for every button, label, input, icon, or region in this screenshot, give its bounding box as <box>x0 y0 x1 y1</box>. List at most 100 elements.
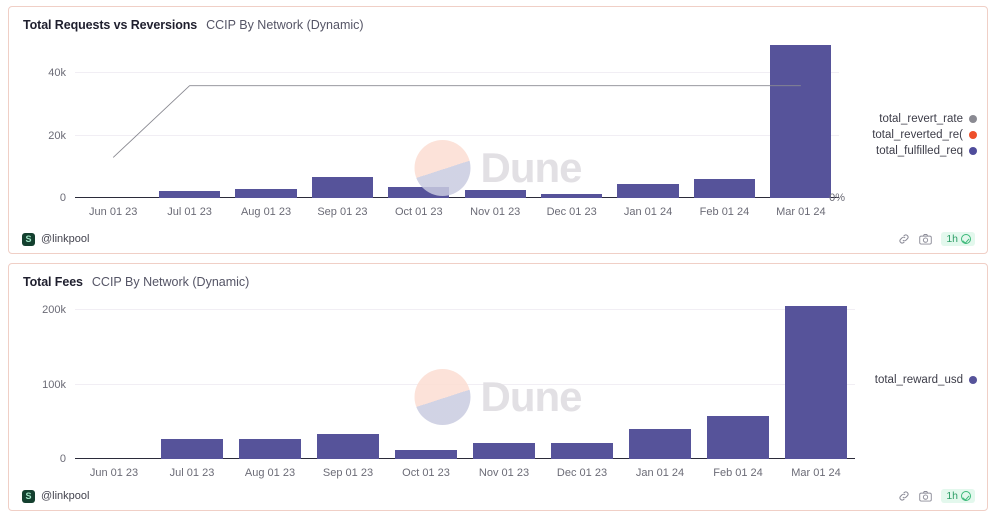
bar[interactable] <box>316 434 380 459</box>
bar[interactable] <box>464 189 526 198</box>
bar-column[interactable]: Oct 01 23 <box>387 299 465 479</box>
refresh-interval-badge[interactable]: 1h <box>941 489 975 503</box>
card-header: Total Fees CCIP By Network (Dynamic) <box>9 264 987 289</box>
bar-column[interactable]: Feb 01 24 <box>686 42 762 218</box>
bar[interactable] <box>238 438 302 459</box>
bar-column[interactable]: Dec 01 23 <box>533 42 609 218</box>
chart-area-requests[interactable]: 0 20k 40k Jun 01 23 Jul 01 23 Aug 01 23 Sep 01… <box>9 32 987 228</box>
y-axis-tick: 0 <box>59 453 66 465</box>
camera-icon[interactable] <box>919 490 933 502</box>
bar[interactable] <box>472 442 536 459</box>
plot-region-requests: 0 20k 40k Jun 01 23 Jul 01 23 Aug 01 23 Sep 01… <box>48 42 839 218</box>
x-axis-tick: Mar 01 24 <box>776 206 826 218</box>
x-axis-tick: Mar 01 24 <box>791 467 841 479</box>
bar[interactable] <box>784 306 848 459</box>
bar[interactable] <box>311 176 373 198</box>
right-axis-tick-0pct: 0% <box>829 192 845 204</box>
bar-column[interactable]: Oct 01 23 <box>381 42 457 218</box>
author-block[interactable]: S @linkpool <box>22 489 89 503</box>
bar-column[interactable]: Mar 01 24 <box>777 299 855 479</box>
bar[interactable] <box>541 194 603 198</box>
bar[interactable] <box>770 45 832 198</box>
x-axis-tick: Dec 01 23 <box>556 467 608 479</box>
legend-item-label: total_reward_usd <box>874 374 963 386</box>
legend-item[interactable]: total_reverted_re( <box>872 129 977 141</box>
bar[interactable] <box>160 438 224 459</box>
bar-column[interactable]: Nov 01 23 <box>457 42 533 218</box>
chart-area-fees[interactable]: 0 100k 200k Jun 01 23 Jul 01 23 Aug 01 23 Sep … <box>9 289 987 489</box>
x-axis-tick: Jul 01 23 <box>169 467 215 479</box>
chart-legend-requests[interactable]: total_revert_rate total_reverted_re(total… <box>872 113 977 157</box>
legend-item-label: total_fulfilled_req <box>876 145 963 157</box>
x-axis-tick: Oct 01 23 <box>402 467 450 479</box>
y-axis-tick: 40k <box>48 67 66 80</box>
avatar: S <box>22 232 35 246</box>
bar[interactable] <box>550 443 614 459</box>
x-axis-tick: Aug 01 23 <box>244 467 296 479</box>
author-name[interactable]: @linkpool <box>41 490 89 502</box>
bar[interactable] <box>159 191 221 198</box>
bar-column[interactable]: Jun 01 23 <box>75 42 151 218</box>
bar-column[interactable]: Sep 01 23 <box>304 42 380 218</box>
camera-icon[interactable] <box>919 233 933 245</box>
bar-column[interactable]: Jul 01 23 <box>151 42 227 218</box>
bar-column[interactable]: Nov 01 23 <box>465 299 543 479</box>
bar[interactable] <box>693 179 756 198</box>
footer-tools: 1h <box>898 232 975 246</box>
bar-column[interactable]: Jun 01 23 <box>75 299 153 479</box>
legend-item[interactable]: total_revert_rate <box>879 113 977 125</box>
bar-column[interactable]: Jan 01 24 <box>621 299 699 479</box>
author-name[interactable]: @linkpool <box>41 233 89 245</box>
chart-card-total-fees: Total Fees CCIP By Network (Dynamic) 0 10… <box>8 263 988 511</box>
legend-color-dot <box>969 115 977 123</box>
bar-column[interactable]: Mar 01 24 <box>763 42 839 218</box>
page-title: Total Fees <box>23 275 83 289</box>
y-axis-tick: 200k <box>42 304 66 317</box>
refresh-interval-badge[interactable]: 1h <box>941 232 975 246</box>
chart-legend-fees[interactable]: total_reward_usd <box>875 374 977 386</box>
bar[interactable] <box>628 429 692 459</box>
y-axis-tick: 0 <box>59 192 66 204</box>
bar-column[interactable]: Feb 01 24 <box>699 299 777 479</box>
plot-region-fees: 0 100k 200k Jun 01 23 Jul 01 23 Aug 01 23 Sep … <box>42 299 855 479</box>
author-block[interactable]: S @linkpool <box>22 232 89 246</box>
bar[interactable] <box>388 186 450 198</box>
bar-column[interactable]: Jul 01 23 <box>153 299 231 479</box>
legend-item-label: total_reverted_re( <box>872 129 963 141</box>
x-axis-tick: Jan 01 24 <box>623 206 673 218</box>
card-subtitle[interactable]: CCIP By Network (Dynamic) <box>206 18 363 32</box>
link-icon[interactable] <box>898 490 910 502</box>
y-axis-tick: 20k <box>48 129 66 142</box>
bar-column[interactable]: Jan 01 24 <box>610 42 686 218</box>
bar-group: Jun 01 23 Jul 01 23 Aug 01 23 Sep 01 23 Oct … <box>75 42 839 218</box>
link-icon[interactable] <box>898 233 910 245</box>
avatar: S <box>22 489 35 503</box>
check-circle-icon <box>961 234 971 244</box>
bar-column[interactable]: Aug 01 23 <box>228 42 304 218</box>
card-subtitle[interactable]: CCIP By Network (Dynamic) <box>92 275 249 289</box>
bar-column[interactable]: Sep 01 23 <box>309 299 387 479</box>
page-title: Total Requests vs Reversions <box>23 18 198 32</box>
x-axis-tick: Sep 01 23 <box>322 467 374 479</box>
legend-item[interactable]: total_fulfilled_req <box>876 145 977 157</box>
x-axis-tick: Nov 01 23 <box>478 467 530 479</box>
bar-column[interactable]: Aug 01 23 <box>231 299 309 479</box>
x-axis-tick: Jul 01 23 <box>167 206 212 218</box>
legend-item[interactable]: total_reward_usd <box>875 374 977 386</box>
footer-tools: 1h <box>898 489 975 503</box>
legend-color-dot <box>969 147 977 155</box>
x-axis-tick: Jan 01 24 <box>635 467 685 479</box>
bar[interactable] <box>617 183 679 198</box>
refresh-interval-label: 1h <box>946 233 958 245</box>
card-footer: S @linkpool 1h <box>9 225 987 253</box>
bar[interactable] <box>394 450 458 459</box>
bar-column[interactable]: Dec 01 23 <box>543 299 621 479</box>
y-axis-tick: 100k <box>42 378 66 391</box>
x-axis-tick: Jun 01 23 <box>89 206 138 218</box>
x-axis-tick: Aug 01 23 <box>240 206 292 218</box>
legend-color-dot <box>969 376 977 384</box>
bar[interactable] <box>235 189 297 198</box>
legend-item-label: total_revert_rate <box>879 113 963 125</box>
bar[interactable] <box>706 415 770 459</box>
dashboard-page: Total Requests vs Reversions CCIP By Net… <box>0 0 996 530</box>
